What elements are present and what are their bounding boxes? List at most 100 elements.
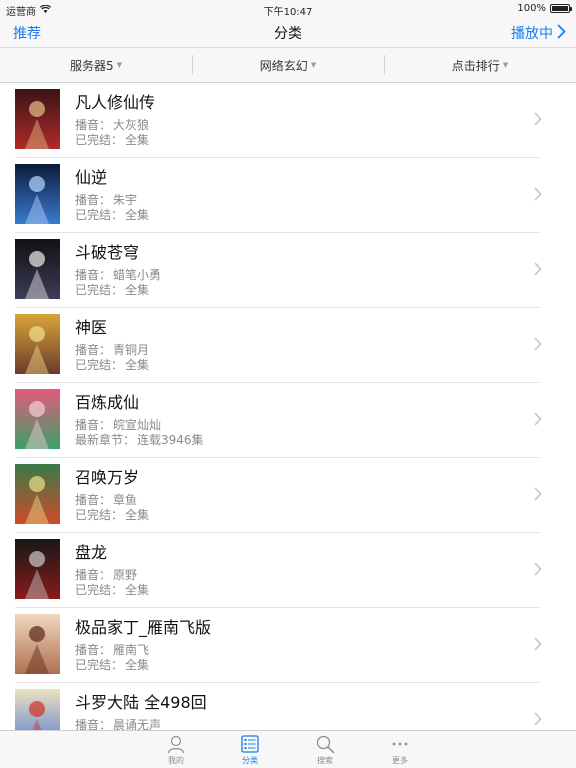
narrator-label: 播音： [75, 343, 112, 357]
book-cover [15, 89, 60, 149]
chevron-right-icon [534, 711, 542, 730]
book-row[interactable]: 斗罗大陆 全498回 播音： 晨诵无声 [0, 683, 576, 730]
book-meta: 播音： 蜡笔小勇 已完结： 全集 [75, 268, 161, 298]
book-title: 极品家丁_雁南飞版 [75, 618, 212, 637]
status-label: 已完结： [75, 583, 124, 597]
book-title: 召唤万岁 [75, 468, 140, 487]
filter-server-label: 服务器5 [69, 58, 114, 73]
person-icon [146, 734, 206, 754]
status-value: 全集 [125, 583, 150, 597]
tab-more[interactable]: 更多 [370, 734, 430, 766]
battery-percent: 100% [517, 3, 546, 14]
book-title: 斗罗大陆 全498回 [75, 693, 207, 712]
filter-genre-label: 网络玄幻 [259, 58, 308, 73]
book-cover [15, 314, 60, 374]
status-value: 全集 [125, 658, 150, 672]
book-title: 盘龙 [75, 543, 108, 562]
narrator-label: 播音： [75, 268, 112, 282]
book-title: 百炼成仙 [75, 393, 140, 412]
now-playing-button[interactable]: 播放中 [511, 23, 566, 43]
status-time: 下午10:47 [263, 7, 313, 18]
filter-genre[interactable]: 网络玄幻 ▼ [192, 48, 384, 82]
tab-bar: 我的 分类 搜索 更多 [0, 730, 576, 768]
more-icon [370, 734, 430, 754]
book-meta: 播音： 大灰狼 已完结： 全集 [75, 118, 149, 148]
book-meta: 播音： 皖宣灿灿 最新章节： 连载3946集 [75, 418, 204, 448]
filter-sort-label: 点击排行 [451, 58, 500, 73]
book-cover [15, 614, 60, 674]
book-meta: 播音： 晨诵无声 [75, 718, 161, 730]
narrator-label: 播音： [75, 568, 112, 582]
tab-mine[interactable]: 我的 [146, 734, 206, 766]
status-label: 已完结： [75, 508, 124, 522]
chevron-right-icon [534, 111, 542, 130]
status-value: 全集 [125, 508, 150, 522]
book-row[interactable]: 凡人修仙传 播音： 大灰狼 已完结： 全集 [0, 83, 576, 158]
filter-sort[interactable]: 点击排行 ▼ [384, 48, 576, 82]
narrator-label: 播音： [75, 493, 112, 507]
book-row[interactable]: 百炼成仙 播音： 皖宣灿灿 最新章节： 连载3946集 [0, 383, 576, 458]
caret-down-icon: ▼ [116, 61, 123, 69]
book-title: 神医 [75, 318, 108, 337]
navigation-bar: 推荐 分类 播放中 [0, 17, 576, 47]
book-meta: 播音： 章鱼 已完结： 全集 [75, 493, 149, 523]
search-icon [295, 734, 355, 754]
chevron-right-icon [557, 24, 566, 43]
tab-label: 分类 [242, 756, 258, 765]
tab-label: 我的 [168, 756, 184, 765]
page-title: 分类 [274, 26, 302, 42]
book-row[interactable]: 召唤万岁 播音： 章鱼 已完结： 全集 [0, 458, 576, 533]
narrator-name: 青铜月 [113, 343, 150, 357]
status-value: 全集 [125, 133, 150, 147]
tab-category[interactable]: 分类 [220, 734, 280, 766]
narrator-label: 播音： [75, 193, 112, 207]
book-meta: 播音： 青铜月 已完结： 全集 [75, 343, 149, 373]
battery-icon [550, 4, 572, 13]
narrator-name: 章鱼 [113, 493, 138, 507]
status-bar: 运营商 下午10:47 100% [0, 0, 576, 18]
chevron-right-icon [534, 411, 542, 430]
status-value: 连载3946集 [137, 433, 204, 447]
book-row[interactable]: 仙逆 播音： 朱宇 已完结： 全集 [0, 158, 576, 233]
tab-label: 更多 [392, 756, 408, 765]
status-label: 已完结： [75, 658, 124, 672]
caret-down-icon: ▼ [502, 61, 509, 69]
battery-status: 100% [517, 3, 572, 14]
book-title: 凡人修仙传 [75, 93, 156, 112]
narrator-label: 播音： [75, 418, 112, 432]
narrator-name: 原野 [113, 568, 138, 582]
chevron-right-icon [534, 336, 542, 355]
tab-search[interactable]: 搜索 [295, 734, 355, 766]
narrator-label: 播音： [75, 118, 112, 132]
book-row[interactable]: 极品家丁_雁南飞版 播音： 雁南飞 已完结： 全集 [0, 608, 576, 683]
book-row[interactable]: 神医 播音： 青铜月 已完结： 全集 [0, 308, 576, 383]
book-meta: 播音： 朱宇 已完结： 全集 [75, 193, 149, 223]
chevron-right-icon [534, 186, 542, 205]
filter-server[interactable]: 服务器5 ▼ [0, 48, 192, 82]
narrator-name: 晨诵无声 [113, 718, 162, 730]
book-meta: 播音： 雁南飞 已完结： 全集 [75, 643, 149, 673]
chevron-right-icon [534, 561, 542, 580]
narrator-name: 朱宇 [113, 193, 138, 207]
now-playing-label: 播放中 [511, 26, 553, 42]
chevron-right-icon [534, 261, 542, 280]
narrator-label: 播音： [75, 643, 112, 657]
book-row[interactable]: 斗破苍穹 播音： 蜡笔小勇 已完结： 全集 [0, 233, 576, 308]
status-value: 全集 [125, 208, 150, 222]
status-label: 最新章节： [75, 433, 136, 447]
book-cover [15, 539, 60, 599]
status-label: 已完结： [75, 208, 124, 222]
caret-down-icon: ▼ [310, 61, 317, 69]
book-title: 仙逆 [75, 168, 108, 187]
book-cover [15, 464, 60, 524]
book-cover [15, 689, 60, 730]
narrator-name: 蜡笔小勇 [113, 268, 162, 282]
book-row[interactable]: 盘龙 播音： 原野 已完结： 全集 [0, 533, 576, 608]
status-value: 全集 [125, 283, 150, 297]
narrator-name: 大灰狼 [113, 118, 150, 132]
book-list[interactable]: 凡人修仙传 播音： 大灰狼 已完结： 全集 仙逆 播音： 朱宇 已完结： 全集 斗破苍穹… [0, 83, 576, 730]
status-label: 已完结： [75, 133, 124, 147]
narrator-name: 皖宣灿灿 [113, 418, 162, 432]
book-cover [15, 389, 60, 449]
status-value: 全集 [125, 358, 150, 372]
